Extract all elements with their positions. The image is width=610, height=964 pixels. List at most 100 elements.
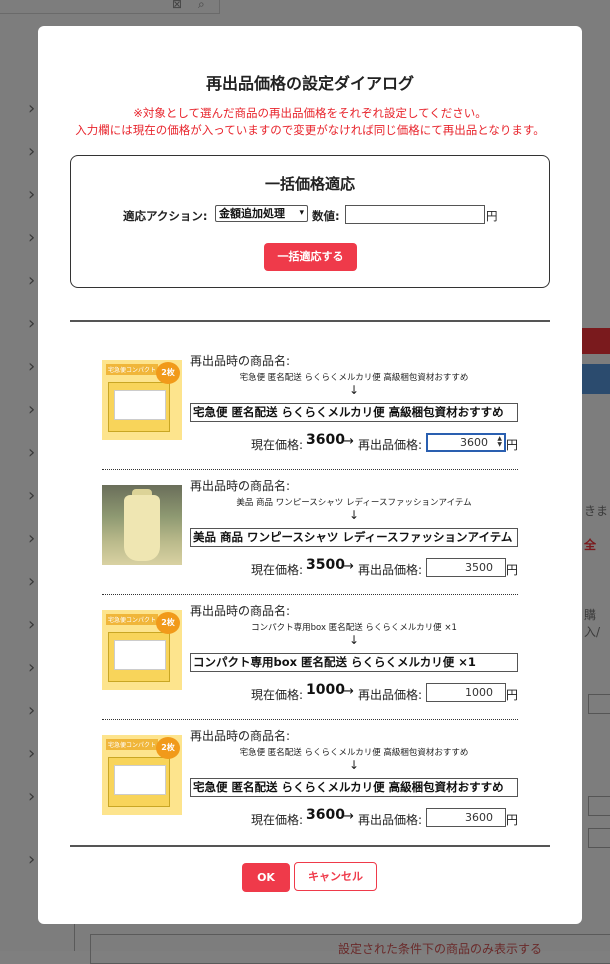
background-blue-bar: [582, 364, 610, 394]
item-name-label: 再出品時の商品名:: [190, 479, 291, 493]
chevron-right-icon: ›: [28, 657, 36, 678]
cancel-button[interactable]: キャンセル: [294, 862, 377, 891]
down-arrow-icon: ↓: [348, 633, 360, 647]
right-arrow-icon: →: [343, 809, 354, 824]
price-row: 現在価格: 3600 → 再出品価格: 3600 ▲ ▼ 円: [38, 432, 582, 452]
product-image: 宅急便コンパクト 2枚: [102, 735, 182, 815]
current-price-label: 現在価格:: [251, 563, 304, 577]
item-divider: [102, 469, 518, 470]
reprice-dialog: 再出品価格の設定ダイアログ ※対象として選んだ商品の再出品価格をそれぞれ設定して…: [38, 26, 582, 924]
background-divider: [74, 924, 75, 951]
ok-button[interactable]: OK: [242, 863, 290, 892]
original-name: 宅急便 匿名配送 らくらくメルカリ便 高級梱包資材おすすめ: [239, 373, 469, 383]
new-name-input[interactable]: 宅急便 匿名配送 らくらくメルカリ便 高級梱包資材おすすめ: [190, 403, 518, 422]
dialog-title: 再出品価格の設定ダイアログ: [205, 74, 414, 93]
number-input[interactable]: [345, 205, 485, 224]
chevron-right-icon: ›: [28, 614, 36, 635]
original-name: 美品 商品 ワンピースシャツ レディースファッションアイテム: [236, 498, 472, 508]
right-arrow-icon: →: [343, 559, 354, 574]
bulk-price-panel: 一括価格適応 適応アクション: 金額追加処理 ▾ 数値: 円 一括適応する: [70, 155, 550, 288]
new-price-label: 再出品価格:: [358, 563, 423, 577]
original-name: 宅急便 匿名配送 らくらくメルカリ便 高級梱包資材おすすめ: [239, 748, 469, 758]
spinner-icon[interactable]: ▲ ▼: [497, 436, 502, 448]
product-image: [102, 485, 182, 565]
yen-unit: 円: [506, 813, 519, 827]
new-price-label: 再出品価格:: [358, 688, 423, 702]
price-row: 現在価格: 3500 → 再出品価格: 3500 円: [38, 557, 582, 577]
divider: [70, 845, 550, 847]
background-input: [588, 828, 610, 848]
action-select-value: 金額追加処理: [219, 207, 285, 220]
right-arrow-icon: →: [343, 684, 354, 699]
background-input: [588, 796, 610, 816]
new-price-input[interactable]: 3500: [426, 558, 506, 577]
new-price-label: 再出品価格:: [358, 813, 423, 827]
item-divider: [102, 594, 518, 595]
down-arrow-icon: ↓: [348, 383, 360, 397]
background-toolbar: ⊠ ⌕: [0, 0, 220, 14]
current-price-value: 3600: [306, 432, 345, 448]
chevron-right-icon: ›: [28, 141, 36, 162]
bulk-price-row: 適応アクション: 金額追加処理 ▾ 数値: 円: [71, 205, 549, 227]
current-price-value: 3500: [306, 557, 345, 573]
item-name-label: 再出品時の商品名:: [190, 729, 291, 743]
dialog-notice: ※対象として選んだ商品の再出品価格をそれぞれ設定してください。: [133, 106, 487, 120]
chevron-right-icon: ›: [28, 356, 36, 377]
chevron-right-icon: ›: [28, 849, 36, 870]
list-item: 宅急便コンパクト 2枚 再出品時の商品名: 宅急便 匿名配送 らくらくメルカリ便 …: [38, 346, 582, 471]
item-name-label: 再出品時の商品名:: [190, 604, 291, 618]
image-search-icon: ⊠: [172, 0, 183, 11]
background-red-bar: [582, 328, 610, 354]
new-price-input[interactable]: 1000: [426, 683, 506, 702]
new-price-label: 再出品価格:: [358, 438, 423, 452]
divider: [70, 320, 550, 322]
action-select[interactable]: 金額追加処理 ▾: [215, 205, 308, 222]
list-item: 再出品時の商品名: 美品 商品 ワンピースシャツ レディースファッションアイテム…: [38, 471, 582, 596]
current-price-label: 現在価格:: [251, 688, 304, 702]
background-text: きま: [584, 504, 609, 518]
current-price-label: 現在価格:: [251, 438, 304, 452]
search-icon: ⌕: [198, 0, 205, 11]
list-item: 宅急便コンパクト 2枚 再出品時の商品名: コンパクト専用box 匿名配送 らくら…: [38, 596, 582, 721]
chevron-right-icon: ›: [28, 270, 36, 291]
down-arrow-icon: ↓: [348, 758, 360, 772]
chevron-right-icon: ›: [28, 227, 36, 248]
background-text: 全: [584, 538, 597, 552]
background-text: 購入/: [584, 608, 601, 639]
right-arrow-icon: →: [343, 434, 354, 449]
down-arrow-icon: ↓: [348, 508, 360, 522]
chevron-right-icon: ›: [28, 528, 36, 549]
new-name-input[interactable]: コンパクト専用box 匿名配送 らくらくメルカリ便 ×1: [190, 653, 518, 672]
dialog-notice: 入力欄には現在の価格が入っていますので変更がなければ同じ価格にて再出品となります…: [75, 123, 545, 137]
item-name-label: 再出品時の商品名:: [190, 354, 291, 368]
chevron-right-icon: ›: [28, 184, 36, 205]
new-price-input[interactable]: 3600 ▲ ▼: [426, 433, 506, 452]
bulk-apply-button[interactable]: 一括適応する: [264, 243, 357, 271]
current-price-value: 3600: [306, 807, 345, 823]
chevron-down-icon: ▾: [299, 208, 304, 218]
new-name-input[interactable]: 美品 商品 ワンピースシャツ レディースファッションアイテム: [190, 528, 518, 547]
chevron-right-icon: ›: [28, 786, 36, 807]
new-name-input[interactable]: 宅急便 匿名配送 らくらくメルカリ便 高級梱包資材おすすめ: [190, 778, 518, 797]
current-price-value: 1000: [306, 682, 345, 698]
background-filter-text: 設定された条件下の商品のみ表示する: [338, 942, 543, 956]
product-image: 宅急便コンパクト 2枚: [102, 610, 182, 690]
yen-unit: 円: [506, 688, 519, 702]
yen-unit: 円: [506, 563, 519, 577]
chevron-right-icon: ›: [28, 442, 36, 463]
chevron-right-icon: ›: [28, 313, 36, 334]
current-price-label: 現在価格:: [251, 813, 304, 827]
price-row: 現在価格: 3600 → 再出品価格: 3600 円: [38, 807, 582, 827]
action-label: 適応アクション:: [123, 209, 208, 223]
new-price-value: 3600: [460, 436, 488, 449]
new-price-input[interactable]: 3600: [426, 808, 506, 827]
chevron-right-icon: ›: [28, 399, 36, 420]
chevron-right-icon: ›: [28, 98, 36, 119]
number-label: 数値:: [312, 209, 340, 223]
chevron-right-icon: ›: [28, 700, 36, 721]
item-list[interactable]: 宅急便コンパクト 2枚 再出品時の商品名: 宅急便 匿名配送 らくらくメルカリ便 …: [38, 346, 582, 843]
price-row: 現在価格: 1000 → 再出品価格: 1000 円: [38, 682, 582, 702]
bulk-price-title: 一括価格適応: [264, 175, 355, 193]
original-name: コンパクト専用box 匿名配送 らくらくメルカリ便 ×1: [251, 623, 457, 633]
chevron-right-icon: ›: [28, 571, 36, 592]
